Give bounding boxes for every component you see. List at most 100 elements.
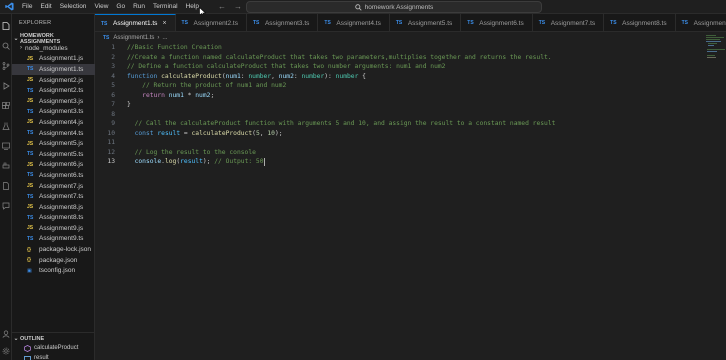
tree-item-label: Assignment5.js xyxy=(39,140,84,148)
tree-item-label: Assignment3.js xyxy=(39,97,84,105)
tab-label: Assignment4.ts xyxy=(336,19,381,27)
outline-item-function[interactable]: calculateProduct xyxy=(12,343,95,353)
type: number xyxy=(248,72,272,80)
tree-file[interactable]: TS Assignment5.ts xyxy=(12,149,95,160)
tree-file[interactable]: JS Assignment9.js xyxy=(12,223,95,234)
code-line: 1 //Basic Function Creation xyxy=(95,43,222,53)
line-number: 3 xyxy=(111,63,115,71)
page-icon[interactable] xyxy=(2,182,10,190)
tree-file[interactable]: JS Assignment6.js xyxy=(12,160,95,171)
editor-tab[interactable]: TS Assignment8.ts xyxy=(604,14,676,31)
extensions-icon[interactable] xyxy=(2,102,10,110)
tree-file[interactable]: TS Assignment9.ts xyxy=(12,234,95,245)
line-number: 4 xyxy=(111,72,115,80)
tab-label: Assignment2.ts xyxy=(193,19,238,27)
explorer-title: EXPLORER xyxy=(19,20,52,26)
tree-file[interactable]: JS Assignment8.js xyxy=(12,202,95,213)
settings-gear-icon[interactable] xyxy=(2,347,10,355)
tree-file[interactable]: JS Assignment4.js xyxy=(12,117,95,128)
tab-label: Assignment9.ts xyxy=(693,19,726,27)
code-editor[interactable]: 1 //Basic Function Creation 2 //Create a… xyxy=(95,43,726,360)
back-arrow-icon[interactable]: ← xyxy=(218,2,226,11)
tree-item-label: Assignment7.js xyxy=(39,182,84,190)
tree-file[interactable]: JS Assignment1.js xyxy=(12,54,95,65)
docker-icon[interactable] xyxy=(2,162,10,170)
testing-flask-icon[interactable] xyxy=(2,122,10,130)
tab-label: Assignment8.ts xyxy=(622,19,667,27)
tree-file[interactable]: TS Assignment1.ts xyxy=(12,64,95,75)
tree-file[interactable]: TS Assignment4.ts xyxy=(12,128,95,139)
param: num2 xyxy=(278,72,294,80)
breadcrumb-more[interactable]: ... xyxy=(162,35,167,41)
code-line: 11 xyxy=(95,138,127,148)
keyword: const xyxy=(134,129,154,137)
search-icon[interactable] xyxy=(2,42,10,50)
tree-file[interactable]: JS Assignment7.js xyxy=(12,181,95,192)
editor-tab[interactable]: TS Assignment5.ts xyxy=(390,14,462,31)
menu-terminal[interactable]: Terminal xyxy=(149,0,182,14)
file-tree: › node_modules JS Assignment1.js TS Assignmen… xyxy=(12,43,95,276)
tree-file[interactable]: TS Assignment6.ts xyxy=(12,170,95,181)
menu-view[interactable]: View xyxy=(90,0,112,14)
typescript-file-icon: TS xyxy=(27,87,34,94)
tree-item-label: Assignment2.ts xyxy=(39,87,84,95)
menu-go[interactable]: Go xyxy=(112,0,129,14)
editor-tab[interactable]: TS Assignment2.ts xyxy=(176,14,247,31)
typescript-file-icon: TS xyxy=(27,172,34,179)
keyword: return xyxy=(142,91,165,99)
variable-symbol-icon xyxy=(24,355,31,360)
forward-arrow-icon[interactable]: → xyxy=(234,2,242,11)
text-caret xyxy=(263,157,265,166)
outline-item-variable[interactable]: result xyxy=(12,353,95,360)
editor-tab[interactable]: TS Assignment1.ts × xyxy=(95,14,176,31)
menu-selection[interactable]: Selection xyxy=(56,0,91,14)
typescript-file-icon: TS xyxy=(101,20,108,27)
vscode-logo-icon xyxy=(5,2,14,11)
close-tab-icon[interactable]: × xyxy=(162,20,166,27)
tree-item-label: node_modules xyxy=(25,44,68,52)
editor-tab[interactable]: TS Assignment7.ts xyxy=(533,14,605,31)
editor-tab[interactable]: TS Assignment6.ts xyxy=(461,14,533,31)
tree-file[interactable]: {} package.json xyxy=(12,255,95,266)
comment: // Log the result to the console xyxy=(134,148,256,156)
run-debug-icon[interactable] xyxy=(2,82,10,90)
editor-tab[interactable]: TS Assignment4.ts xyxy=(318,14,390,31)
source-control-icon[interactable] xyxy=(2,62,10,70)
javascript-file-icon: JS xyxy=(27,77,34,84)
menu-run[interactable]: Run xyxy=(129,0,149,14)
tree-file[interactable]: JS Assignment2.js xyxy=(12,75,95,86)
tree-item-label: package-lock.json xyxy=(39,246,92,254)
remote-explorer-icon[interactable] xyxy=(2,142,10,150)
breadcrumb-file[interactable]: Assignment1.ts xyxy=(113,35,154,41)
tree-file[interactable]: JS Assignment5.js xyxy=(12,138,95,149)
function-name: log xyxy=(164,158,177,166)
copilot-chat-icon[interactable] xyxy=(2,202,10,210)
typescript-file-icon: TS xyxy=(181,20,188,26)
minimap[interactable] xyxy=(706,33,726,63)
tree-item-label: Assignment9.ts xyxy=(39,235,84,243)
chevron-right-icon: › xyxy=(20,45,22,52)
workspace-section-header[interactable]: ⌄ HOMEWORK ASSIGNMENTS xyxy=(12,33,95,45)
variable: result xyxy=(180,158,203,166)
tree-folder[interactable]: › node_modules xyxy=(12,43,95,54)
tree-file[interactable]: ▣ tsconfig.json xyxy=(12,265,95,276)
tree-file[interactable]: TS Assignment7.ts xyxy=(12,191,95,202)
command-center-search[interactable]: homework Assignments xyxy=(246,1,542,13)
tree-file[interactable]: TS Assignment2.ts xyxy=(12,85,95,96)
menu-edit[interactable]: Edit xyxy=(36,0,55,14)
javascript-file-icon: JS xyxy=(27,183,34,190)
tree-file[interactable]: JS Assignment3.js xyxy=(12,96,95,107)
outline-header[interactable]: ⌄ OUTLINE xyxy=(12,334,95,343)
menu-file[interactable]: File xyxy=(18,0,36,14)
tree-item-label: package.json xyxy=(39,256,78,264)
account-icon[interactable] xyxy=(2,330,10,338)
tree-file[interactable]: TS Assignment3.ts xyxy=(12,107,95,118)
explorer-files-icon[interactable] xyxy=(2,22,10,30)
title-bar: File Edit Selection View Go Run Terminal… xyxy=(0,0,726,17)
navigation-arrows: ← → xyxy=(218,2,242,11)
javascript-file-icon: JS xyxy=(27,140,34,147)
editor-tab[interactable]: TS Assignment9.ts xyxy=(676,14,726,31)
tree-file[interactable]: {} package-lock.json xyxy=(12,244,95,255)
tree-file[interactable]: TS Assignment8.ts xyxy=(12,213,95,224)
editor-tab[interactable]: TS Assignment3.ts xyxy=(247,14,319,31)
